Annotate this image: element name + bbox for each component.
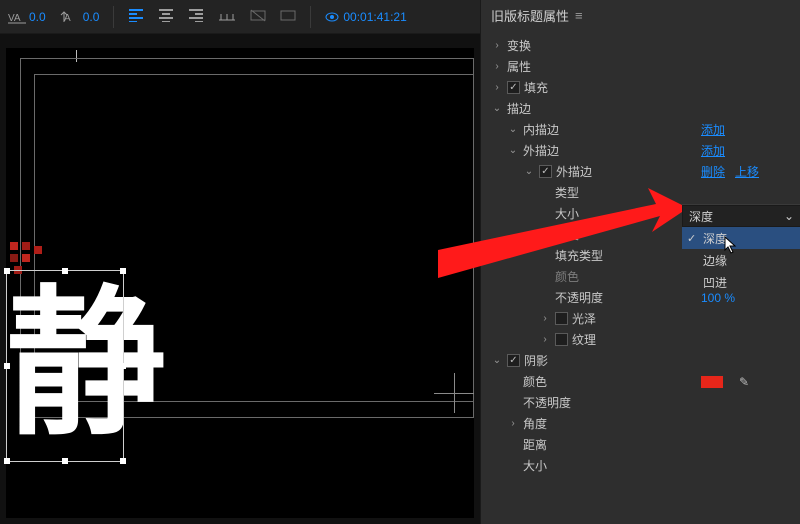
texture-checkbox[interactable] — [555, 333, 568, 346]
baseline-shift-value: 0.0 — [83, 10, 100, 24]
dropdown-option-depth[interactable]: 深度 — [682, 227, 800, 249]
fill-checkbox[interactable] — [507, 81, 520, 94]
shadow-checkbox[interactable] — [507, 354, 520, 367]
inner-stroke-add-link[interactable]: 添加 — [701, 121, 725, 138]
stroke-type-dropdown[interactable]: 深度⌄ 深度 边缘 凹进 — [682, 204, 800, 293]
outer-stroke-delete-link[interactable]: 删除 — [701, 163, 725, 180]
eyedropper-icon[interactable]: ✎ — [739, 375, 749, 389]
shadow-angle-row[interactable]: ›角度 — [481, 413, 800, 434]
svg-text:VA: VA — [8, 13, 21, 24]
timecode-display[interactable]: 00:01:41:21 — [325, 10, 406, 24]
shadow-size-row: 大小 — [481, 455, 800, 476]
dropdown-current[interactable]: 深度⌄ — [682, 205, 800, 227]
title-toolbar: VA 0.0 A 0.0 00:01:41:21 — [0, 0, 480, 34]
shadow-color-swatch[interactable] — [701, 376, 723, 388]
stroke-texture-row[interactable]: ›纹理 — [481, 329, 800, 350]
outer-stroke-add-link[interactable]: 添加 — [701, 142, 725, 159]
inner-stroke-row[interactable]: ⌄内描边 添加 — [481, 119, 800, 140]
chevron-down-icon: ⌄ — [784, 209, 794, 223]
shadow-color-row: 颜色 ✎ — [481, 371, 800, 392]
section-transform[interactable]: ›变换 — [481, 35, 800, 56]
dropdown-option-edge[interactable]: 边缘 — [682, 249, 800, 271]
shadow-distance-row: 距离 — [481, 434, 800, 455]
show-video-on-icon[interactable] — [280, 8, 296, 25]
outer-stroke-row[interactable]: ⌄外描边 添加 — [481, 140, 800, 161]
stroke-type-row: 类型 — [481, 182, 800, 203]
panel-title: 旧版标题属性 — [491, 6, 569, 25]
align-left-icon[interactable] — [128, 8, 144, 25]
outer-stroke-instance-row[interactable]: ⌄外描边 删除 上移 — [481, 161, 800, 182]
text-selection-bbox[interactable] — [6, 270, 124, 462]
tab-stops-icon[interactable] — [218, 8, 236, 25]
show-video-off-icon[interactable] — [250, 8, 266, 25]
align-right-icon[interactable] — [188, 8, 204, 25]
dropdown-option-inset[interactable]: 凹进 — [682, 271, 800, 293]
eye-icon — [325, 10, 339, 24]
outer-stroke-moveup-link[interactable]: 上移 — [735, 163, 759, 180]
kerning-value: 0.0 — [29, 10, 46, 24]
kerning-control[interactable]: VA 0.0 — [8, 10, 46, 24]
panel-menu-icon[interactable]: ≡ — [575, 8, 583, 23]
shadow-opacity-row: 不透明度 — [481, 392, 800, 413]
sheen-checkbox[interactable] — [555, 312, 568, 325]
center-guide-v — [454, 373, 455, 413]
section-stroke[interactable]: ⌄描边 — [481, 98, 800, 119]
outer-stroke-checkbox[interactable] — [539, 165, 552, 178]
svg-text:A: A — [64, 13, 71, 24]
baseline-shift-control[interactable]: A 0.0 — [60, 10, 100, 24]
align-center-icon[interactable] — [158, 8, 174, 25]
section-attributes[interactable]: ›属性 — [481, 56, 800, 77]
section-fill[interactable]: ›填充 — [481, 77, 800, 98]
title-canvas[interactable]: 静 — [0, 34, 480, 524]
stroke-sheen-row[interactable]: ›光泽 — [481, 308, 800, 329]
section-shadow[interactable]: ⌄阴影 — [481, 350, 800, 371]
